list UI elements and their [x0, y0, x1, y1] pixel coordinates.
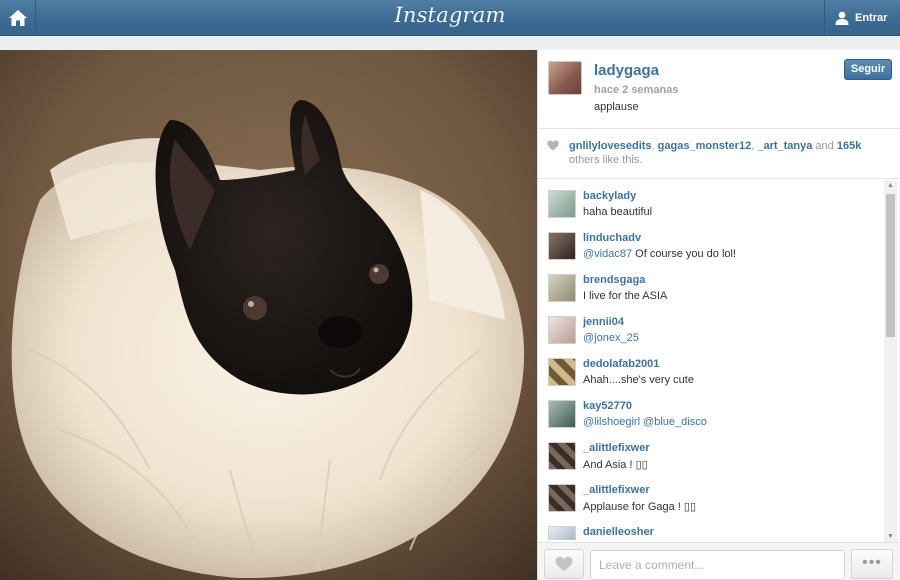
- comments-scrollbar[interactable]: ▲ ▼: [884, 180, 897, 542]
- comment-username[interactable]: jennii04: [583, 316, 624, 328]
- comment-item: danielleosher: [538, 518, 883, 540]
- login-button[interactable]: Entrar: [824, 0, 900, 36]
- liker-username[interactable]: gnlilylovesedits: [569, 140, 652, 152]
- comment-avatar[interactable]: [548, 526, 576, 540]
- likes-section: gnlilylovesedits, gagas_monster12, _art_…: [538, 130, 900, 179]
- comment-item: kay52770 @lilshoegirl @blue_disco: [538, 392, 883, 434]
- liker-username[interactable]: _art_tanya: [757, 140, 812, 152]
- comment-avatar[interactable]: [548, 442, 576, 470]
- comment-avatar[interactable]: [548, 484, 576, 512]
- post-details-panel: ladygaga hace 2 semanas applause Seguir …: [537, 50, 900, 580]
- post-timestamp: hace 2 semanas: [594, 84, 679, 96]
- comment-item: dedolafab2001 Ahah....she's very cute: [538, 350, 883, 392]
- like-button[interactable]: [544, 549, 584, 579]
- comment-text: I live for the ASIA: [583, 290, 668, 302]
- top-bar: Instagram Entrar: [0, 0, 900, 36]
- comment-text: haha beautiful: [583, 206, 653, 218]
- login-label: Entrar: [855, 12, 888, 24]
- owner-avatar[interactable]: [548, 61, 582, 95]
- comment-username[interactable]: backylady: [583, 190, 636, 202]
- comment-text: @vidac87 Of course you do lol!: [583, 248, 737, 260]
- heart-icon: [547, 140, 559, 151]
- comment-item: _alittlefixwer Applause for Gaga ! ▯▯: [538, 476, 883, 518]
- heart-icon: [555, 556, 573, 571]
- follow-button[interactable]: Seguir: [844, 59, 892, 80]
- owner-username[interactable]: ladygaga: [594, 62, 659, 79]
- scrollbar-thumb[interactable]: [886, 194, 895, 337]
- scroll-up-arrow-icon[interactable]: ▲: [884, 180, 897, 191]
- comment-username[interactable]: linduchadv: [583, 232, 641, 244]
- likes-text: gnlilylovesedits, gagas_monster12, _art_…: [569, 140, 862, 166]
- comment-username[interactable]: dedolafab2001: [583, 358, 659, 370]
- comment-item: brendsgaga I live for the ASIA: [538, 266, 883, 308]
- comment-text: @jonex_25: [583, 332, 639, 344]
- instagram-logo[interactable]: Instagram: [0, 3, 900, 27]
- comment-avatar[interactable]: [548, 232, 576, 260]
- comment-item: backylady haha beautiful: [538, 182, 883, 224]
- comment-username[interactable]: brendsgaga: [583, 274, 645, 286]
- comment-text: @lilshoegirl @blue_disco: [583, 416, 707, 428]
- comment-item: jennii04 @jonex_25: [538, 308, 883, 350]
- comment-username[interactable]: kay52770: [583, 400, 632, 412]
- post-caption: applause: [594, 101, 639, 113]
- comments-list[interactable]: backylady haha beautiful linduchadv @vid…: [538, 180, 900, 540]
- comment-footer: •••: [538, 542, 900, 580]
- likes-suffix: others like this.: [569, 154, 643, 166]
- comment-avatar[interactable]: [548, 358, 576, 386]
- comment-text: And Asia ! ▯▯: [583, 459, 648, 471]
- post-header: ladygaga hace 2 semanas applause Seguir: [538, 50, 900, 129]
- post-photo[interactable]: [0, 50, 537, 580]
- comment-avatar[interactable]: [548, 400, 576, 428]
- user-icon: [835, 11, 849, 25]
- comment-avatar[interactable]: [548, 316, 576, 344]
- comment-item: _alittlefixwer And Asia ! ▯▯: [538, 434, 883, 476]
- more-options-button[interactable]: •••: [851, 549, 893, 579]
- comment-text: Applause for Gaga ! ▯▯: [583, 501, 697, 513]
- comment-input[interactable]: [590, 550, 845, 580]
- comment-avatar[interactable]: [548, 190, 576, 218]
- comment-item: linduchadv @vidac87 Of course you do lol…: [538, 224, 883, 266]
- dog-in-tutu-photo: [0, 50, 537, 580]
- comment-username[interactable]: danielleosher: [583, 526, 654, 538]
- comment-avatar[interactable]: [548, 274, 576, 302]
- comment-username[interactable]: _alittlefixwer: [583, 442, 650, 454]
- liker-username[interactable]: gagas_monster12: [658, 140, 752, 152]
- comment-text: Ahah....she's very cute: [583, 374, 694, 386]
- scroll-down-arrow-icon[interactable]: ▼: [884, 531, 897, 542]
- likes-count[interactable]: 165k: [837, 140, 861, 152]
- comment-username[interactable]: _alittlefixwer: [583, 484, 650, 496]
